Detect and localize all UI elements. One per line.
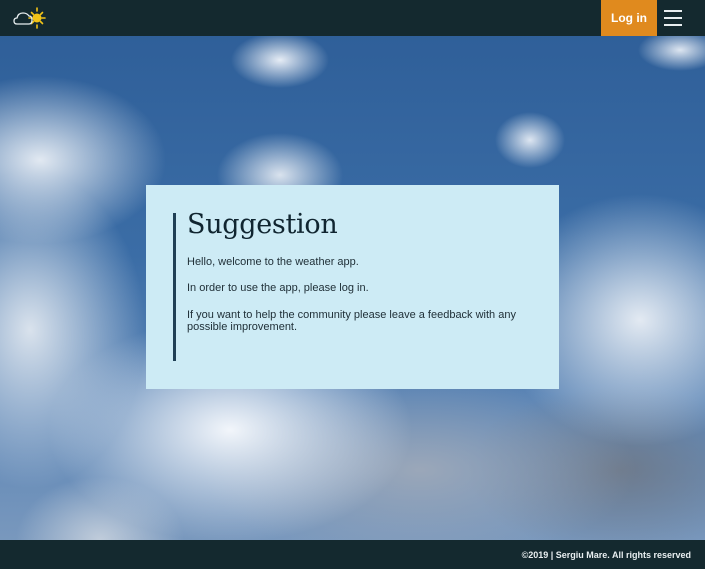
footer: ©2019 | Sergiu Mare. All rights reserved — [0, 540, 705, 569]
top-navigation-bar: Log in — [0, 0, 705, 36]
card-title: Suggestion — [187, 209, 338, 240]
welcome-text: Hello, welcome to the weather app. — [187, 256, 359, 268]
login-button[interactable]: Log in — [601, 0, 657, 36]
suggestion-card: Suggestion Hello, welcome to the weather… — [146, 185, 559, 389]
login-instruction-text: In order to use the app, please log in. — [187, 282, 369, 294]
feedback-text: If you want to help the community please… — [187, 309, 516, 333]
copyright-text: ©2019 | Sergiu Mare. All rights reserved — [521, 550, 691, 560]
weather-app-page: Log in Suggestion Hello, welcome to the … — [0, 0, 705, 569]
hamburger-menu-icon[interactable] — [664, 9, 684, 27]
card-accent-bar — [173, 213, 176, 361]
cloud-sun-icon[interactable] — [12, 6, 48, 30]
